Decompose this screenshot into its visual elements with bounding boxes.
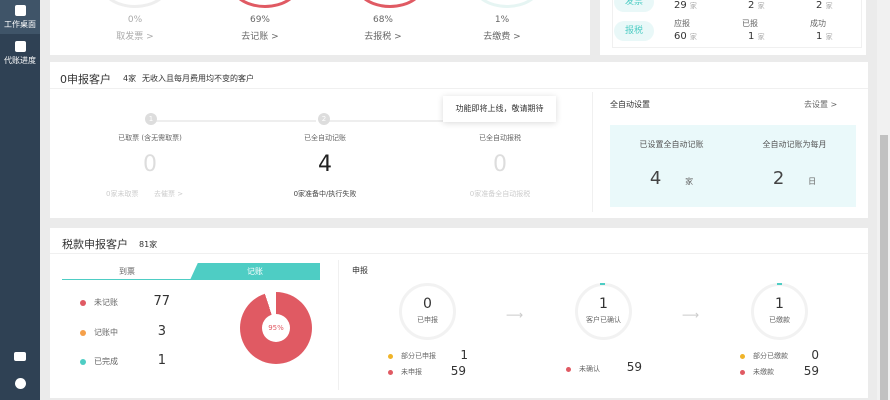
stage-item: 部分已申报 — [388, 351, 436, 361]
stage-item-value: 0 — [811, 348, 819, 362]
progress-card: 0% 取发票 > 69% 去记账 > 68% 去报税 > 1% 去缴费 > — [50, 0, 590, 55]
stage-value: 1 — [775, 296, 784, 312]
summary-value: 29 家 — [674, 0, 697, 11]
stage-item: 未缴款 — [740, 367, 774, 377]
sidebar-item-progress[interactable]: 代账进度 — [0, 38, 40, 72]
step-sub: 0家准备中/执行失败 — [293, 190, 357, 198]
stage-item-value: 1 — [460, 348, 468, 362]
description: 无收入且每月费用均不变的客户 — [142, 74, 254, 83]
summary-value: 1 家 — [816, 31, 833, 42]
summary-value: 1 家 — [748, 31, 765, 42]
document-icon — [14, 41, 26, 52]
headset-icon[interactable] — [0, 378, 40, 392]
step-sub: 0家准备全自动报税 — [469, 190, 531, 198]
sidebar: 工作桌面 代账进度 — [0, 0, 40, 400]
count: 4家 — [123, 74, 137, 83]
stage-value: 1 — [599, 296, 608, 312]
stage-label: 已缴款 — [769, 316, 790, 324]
sidebar-item-workbench[interactable]: 工作桌面 — [0, 0, 40, 34]
stage-item-value: 59 — [450, 364, 466, 378]
step-label: 已全自动报税 — [479, 134, 521, 142]
summary-value: 60 家 — [674, 31, 697, 42]
bar-chart-icon — [14, 5, 26, 16]
tab-invoice[interactable]: 到票 — [62, 263, 192, 280]
section-title: 0申报客户 — [60, 73, 111, 86]
urge-invoice-link[interactable]: 去催票 > — [154, 189, 183, 199]
stage-label: 客户已确认 — [586, 316, 621, 324]
summary-head: 成功 — [810, 19, 826, 28]
summary-head: 应报 — [674, 19, 690, 28]
sidebar-item-label: 工作桌面 — [4, 20, 36, 29]
summary-value: 2 家 — [816, 0, 833, 11]
donut-percent: 95% — [262, 314, 290, 342]
progress-pct: 1% — [494, 15, 510, 25]
section-title: 税款申报客户 — [62, 238, 128, 251]
stage-item: 部分已缴款 — [740, 351, 788, 361]
step-sub: 0家未取票 — [106, 190, 139, 198]
arrow-right-icon: ⟶ — [682, 308, 700, 322]
step-label: 已全自动记账 — [304, 134, 346, 142]
step-label: 已取票 (含无需取票) — [118, 134, 182, 142]
arrow-right-icon: ⟶ — [506, 308, 524, 322]
payment-link[interactable]: 去缴费 > — [477, 29, 527, 42]
bookkeeping-link[interactable]: 去记账 > — [235, 29, 285, 42]
step-value: 4 — [318, 152, 332, 177]
get-invoice-link[interactable]: 取发票 > — [110, 29, 160, 42]
invoice-label: 发票 — [614, 0, 654, 12]
step-value: 0 — [143, 152, 157, 177]
count: 81家 — [139, 240, 158, 249]
tax-declare-card: 税款申报客户 81家 到票 记账 未记账 77 记账中 3 已完成 1 95% … — [50, 228, 868, 398]
sidebar-item-label: 代账进度 — [4, 56, 36, 65]
download-monitor-icon[interactable] — [0, 352, 40, 364]
declare-title: 申报 — [352, 266, 368, 275]
progress-ring — [472, 0, 542, 8]
stage-item: 未申报 — [388, 367, 422, 377]
progress-ring — [100, 0, 170, 8]
step-number: 1 — [145, 113, 157, 125]
auto-bookkeeping-box: 已设置全自动记账 4 家 — [610, 125, 733, 207]
tooltip: 功能即将上线，敬请期待 — [443, 96, 556, 122]
go-settings-link[interactable]: 去设置 > — [804, 99, 837, 110]
stage-label: 已申报 — [417, 316, 438, 324]
stage-item-value: 59 — [626, 360, 642, 374]
summary-value: 2 家 — [748, 0, 765, 11]
summary-card: 发票 29 家 2 家 2 家 报税 应报 已报 成功 60 家 1 家 1 家 — [600, 0, 866, 55]
tax-label: 报税 — [614, 21, 654, 41]
progress-pct: 68% — [372, 15, 393, 25]
summary-head: 已报 — [742, 19, 758, 28]
scrollbar-thumb[interactable] — [880, 135, 888, 400]
progress-ring — [230, 0, 300, 8]
tax-filing-link[interactable]: 去报税 > — [358, 29, 408, 42]
progress-pct: 69% — [249, 15, 270, 25]
legend-value: 3 — [157, 324, 166, 339]
auto-settings-title: 全自动设置 — [610, 100, 650, 109]
stage-item-value: 59 — [803, 364, 819, 378]
step-number: 2 — [318, 113, 330, 125]
progress-pct: 0% — [127, 15, 143, 25]
stage-item: 未确认 — [566, 364, 600, 374]
legend-value: 77 — [153, 294, 170, 309]
tab-bookkeeping[interactable]: 记账 — [190, 263, 320, 280]
stage-value: 0 — [423, 296, 432, 312]
auto-bookkeeping-day-box: 全自动记账为每月 2 日 — [733, 125, 856, 207]
step-value: 0 — [493, 152, 507, 177]
legend-value: 1 — [157, 353, 166, 368]
progress-ring — [355, 0, 425, 8]
